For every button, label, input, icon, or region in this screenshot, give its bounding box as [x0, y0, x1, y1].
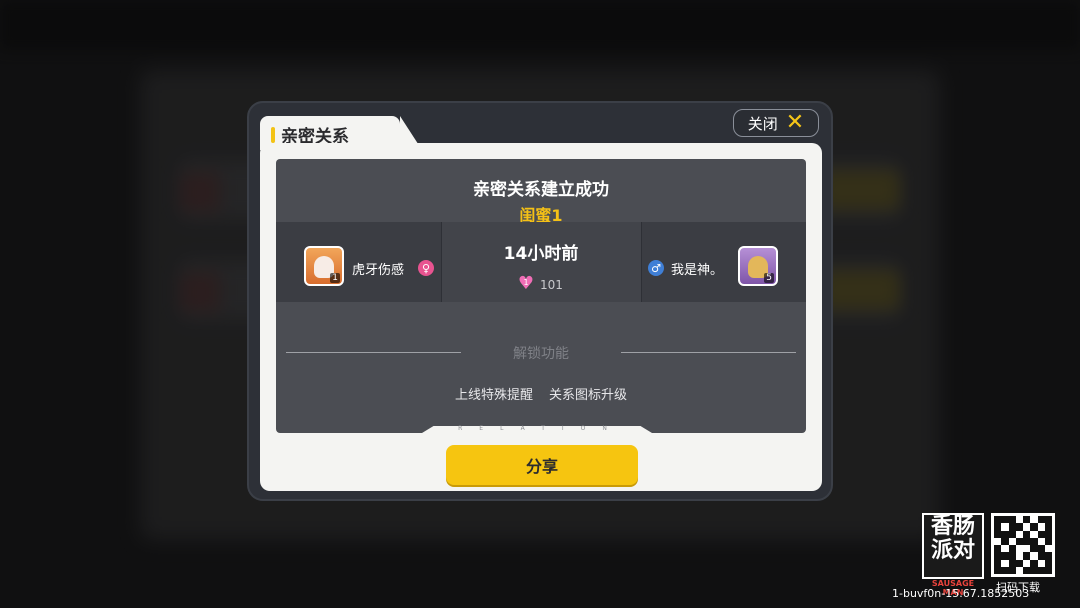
unlocked-features: 上线特殊提醒 关系图标升级	[276, 384, 806, 403]
close-icon: ✕	[785, 110, 805, 135]
game-logo: 香肠派对	[922, 513, 984, 579]
panel-watermark: RELATION	[458, 425, 624, 432]
player-level: 5	[764, 273, 774, 283]
unlock-divider	[621, 352, 796, 353]
relation-time: 14小时前	[503, 244, 579, 264]
unlock-title: 解锁功能	[513, 346, 569, 362]
left-player-name: 虎牙伤感	[352, 263, 405, 278]
right-player-avatar[interactable]: 5	[738, 246, 778, 286]
left-player-avatar[interactable]: 1	[304, 246, 344, 286]
close-label: 关闭	[747, 114, 778, 133]
feature-item: 上线特殊提醒	[454, 388, 533, 403]
male-icon: ♂	[648, 260, 664, 276]
band-divider	[641, 222, 642, 302]
feature-item: 关系图标升级	[549, 388, 628, 403]
close-button[interactable]: 关闭 ✕	[733, 109, 819, 137]
player-level: 1	[330, 273, 340, 283]
success-title: 亲密关系建立成功	[473, 180, 609, 200]
build-info: 1-buvf0n-15.67.1852503	[892, 587, 1030, 600]
title-accent-bar	[271, 127, 275, 143]
intimacy-value: 101	[540, 278, 563, 292]
intimacy-level: 1	[523, 278, 529, 287]
logo-text: 香肠派对	[930, 514, 975, 563]
female-icon: ♀	[418, 260, 434, 276]
right-player-name: 我是神。	[671, 263, 724, 278]
share-button[interactable]: 分享	[446, 445, 638, 485]
qr-code[interactable]	[991, 513, 1055, 577]
relationship-panel: 亲密关系建立成功 闺蜜1 1 虎牙伤感 ♀ 14小时前 ♥ 1 101 ♂ 我是…	[276, 159, 806, 433]
relationship-dialog: 亲密关系 关闭 ✕ 亲密关系建立成功 闺蜜1 1 虎牙伤感 ♀ 14小时前 ♥ …	[247, 101, 833, 501]
